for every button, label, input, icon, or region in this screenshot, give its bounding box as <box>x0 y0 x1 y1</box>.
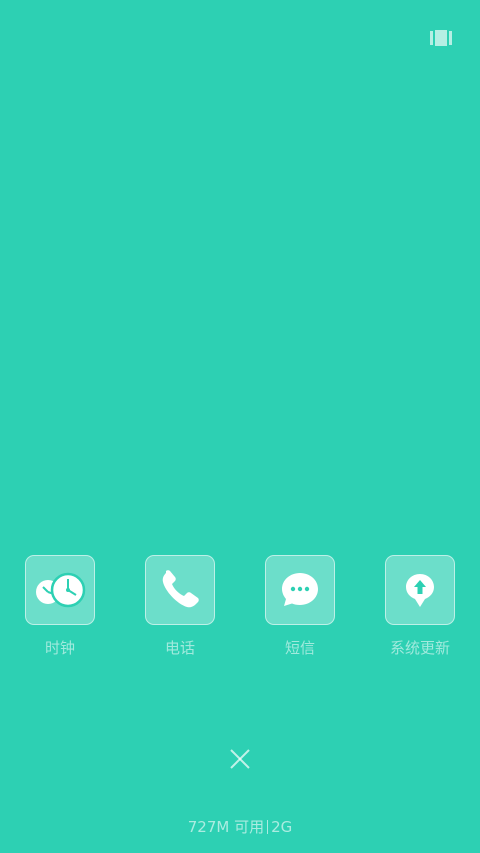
app-tile <box>145 555 215 625</box>
app-label: 时钟 <box>44 639 75 657</box>
memory-divider <box>267 820 269 834</box>
app-tile <box>265 555 335 625</box>
message-icon <box>282 573 318 606</box>
memory-total: 2G <box>271 818 293 836</box>
clear-all-button[interactable] <box>228 747 252 771</box>
app-label: 电话 <box>164 639 195 657</box>
recent-apps-row: 时钟 电话 短信 系统更新 <box>0 555 480 665</box>
clock-icon <box>36 572 86 608</box>
app-label: 短信 <box>284 639 315 657</box>
app-phone[interactable]: 电话 <box>130 555 230 665</box>
memory-info: 727M 可用 2G <box>0 816 480 837</box>
system-update-icon <box>406 574 434 607</box>
app-messages[interactable]: 短信 <box>250 555 350 665</box>
close-icon <box>230 749 250 769</box>
app-tile <box>385 555 455 625</box>
app-system-update[interactable]: 系统更新 <box>370 555 470 665</box>
app-label: 系统更新 <box>389 639 450 657</box>
recent-apps-view-toggle[interactable] <box>430 30 452 46</box>
memory-available: 727M 可用 <box>187 818 265 836</box>
app-tile <box>25 555 95 625</box>
phone-icon <box>162 570 199 608</box>
app-clock[interactable]: 时钟 <box>10 555 110 665</box>
recent-apps-grid-icon <box>430 30 452 46</box>
